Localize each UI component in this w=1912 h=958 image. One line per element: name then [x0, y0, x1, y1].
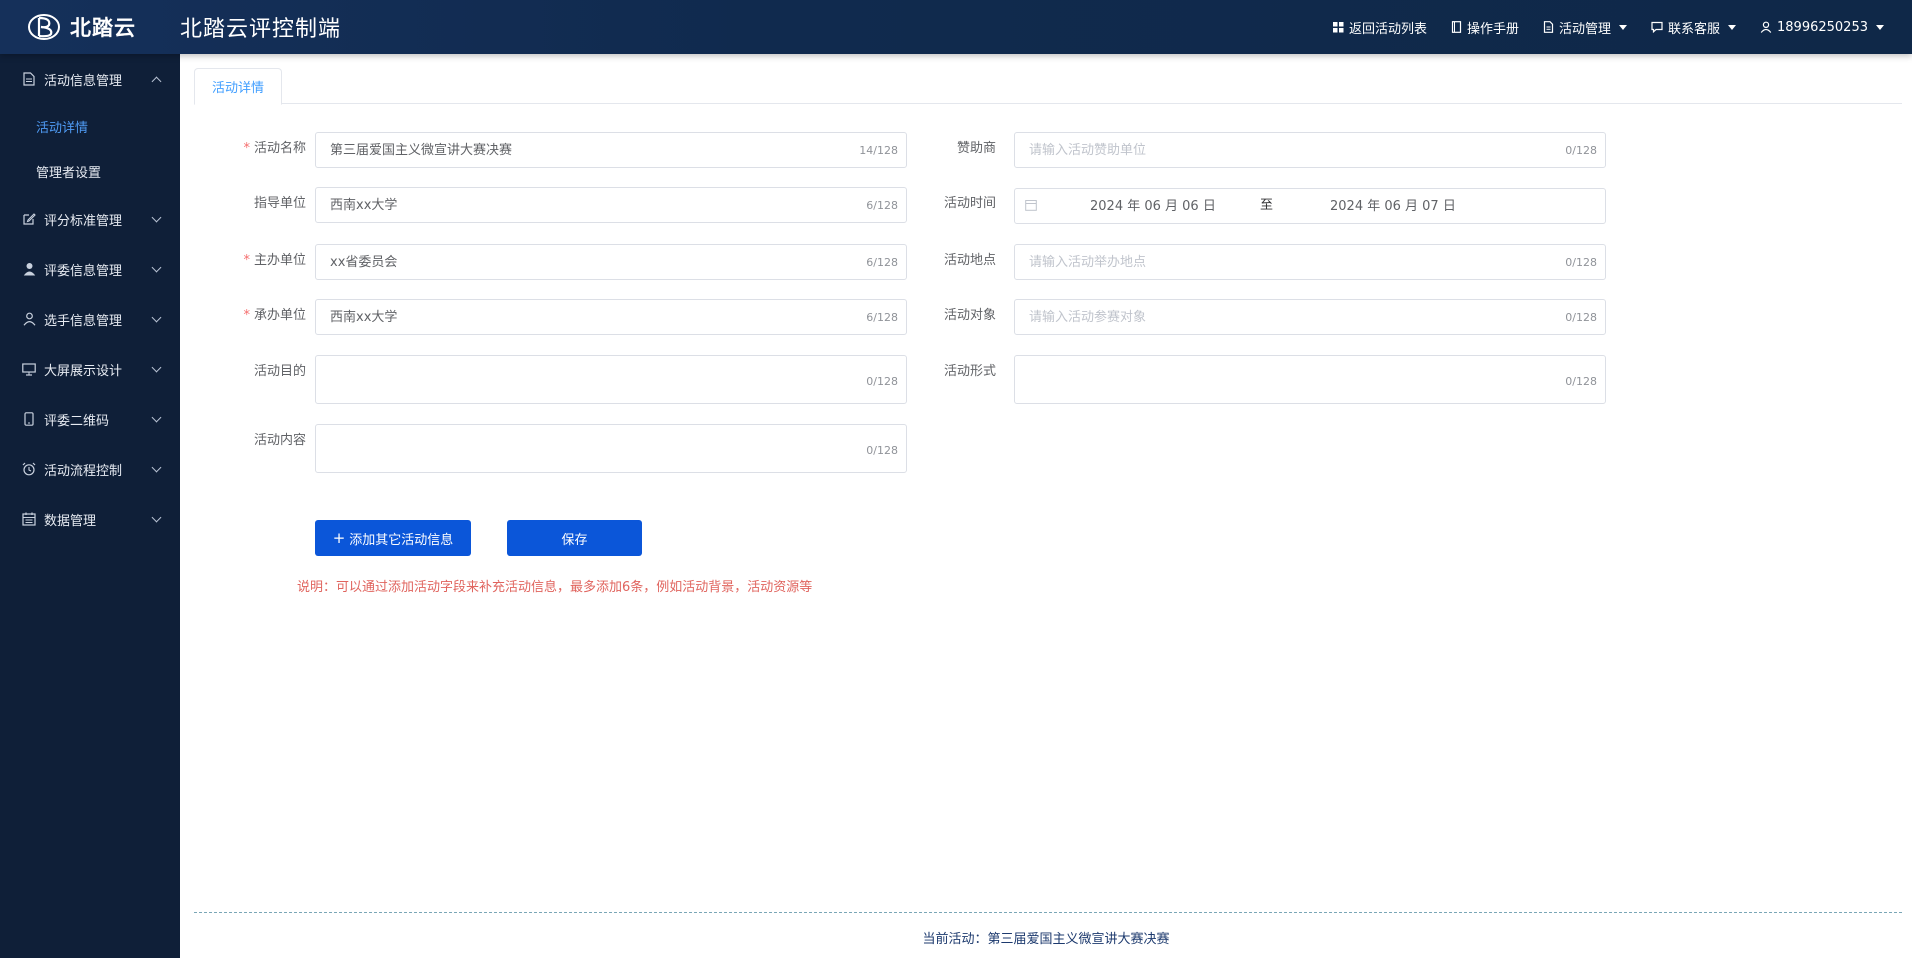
sidebar-item-scoring[interactable]: 评分标准管理: [0, 194, 180, 244]
top-header: 北踏云 北踏云评控制端 返回活动列表 操作手册 活动管理 联系客服 189962…: [0, 0, 1912, 54]
activity-manage-label: 活动管理: [1558, 21, 1611, 37]
manual-label: 操作手册: [1466, 21, 1519, 37]
sidebar-item-qrcode[interactable]: 评委二维码: [0, 394, 180, 444]
save-button[interactable]: 保存: [507, 520, 642, 556]
mobile-icon: [22, 412, 36, 426]
sidebar-item-screen-design[interactable]: 大屏展示设计: [0, 344, 180, 394]
chevron-down-icon: [151, 262, 162, 273]
sponsor-input[interactable]: 请输入活动赞助单位 0/128: [1014, 132, 1606, 168]
required-mark: *: [243, 141, 250, 156]
user-filled-icon: [22, 262, 36, 276]
host-unit-label: * 主办单位: [243, 253, 306, 268]
header-nav: 返回活动列表 操作手册 活动管理 联系客服 18996250253: [1332, 18, 1912, 37]
form-type-label: 活动形式: [943, 364, 996, 379]
sidebar-item-process[interactable]: 活动流程控制: [0, 444, 180, 494]
current-activity-footer: 当前活动：第三届爱国主义微宣讲大赛决赛: [922, 932, 1170, 947]
sidebar-item-data[interactable]: 数据管理: [0, 494, 180, 544]
book-icon: [1451, 21, 1462, 33]
caret-down-icon: [1619, 24, 1627, 30]
back-to-list-label: 返回活动列表: [1348, 21, 1427, 37]
sidebar-subitem-label: 活动详情: [36, 121, 89, 136]
user-outline-icon: [22, 312, 36, 326]
user-icon: [1760, 21, 1772, 33]
chevron-down-icon: [151, 312, 162, 323]
user-phone: 18996250253: [1777, 19, 1868, 35]
activity-manage-dropdown[interactable]: 活动管理: [1543, 18, 1627, 37]
required-mark: *: [243, 253, 250, 268]
logo-mark-icon: [26, 12, 66, 42]
sponsor-label: 赞助商: [956, 141, 996, 156]
activity-name-label: * 活动名称: [243, 141, 306, 156]
manual-link[interactable]: 操作手册: [1451, 18, 1519, 37]
sidebar-item-label: 评委二维码: [44, 413, 110, 429]
end-date[interactable]: 2024 年 06 月 07 日: [1330, 189, 1456, 224]
activity-time-range-picker[interactable]: 2024 年 06 月 06 日 至 2024 年 06 月 07 日: [1014, 188, 1606, 224]
add-activity-info-button[interactable]: + 添加其它活动信息: [315, 520, 471, 556]
organizer-unit-input[interactable]: 西南xx大学 6/128: [315, 299, 907, 335]
calendar-icon: [22, 512, 36, 526]
chevron-down-icon: [151, 412, 162, 423]
sidebar: 活动信息管理 活动详情 管理者设置 评分标准管理 评委信息管理 选手信息管理 大…: [0, 54, 180, 958]
sidebar-subitem-label: 管理者设置: [36, 166, 102, 181]
edit-icon: [22, 212, 36, 226]
host-unit-input[interactable]: xx省委员会 6/128: [315, 244, 907, 280]
main-content: 活动详情 * 活动名称 第三届爱国主义微宣讲大赛决赛 14/128 赞助商 请输入…: [180, 54, 1912, 958]
sidebar-subitem-manager-settings[interactable]: 管理者设置: [0, 149, 180, 194]
tab-bar: 活动详情: [194, 68, 1902, 105]
sidebar-item-label: 大屏展示设计: [44, 363, 123, 379]
document-icon: [22, 72, 36, 86]
monitor-icon: [22, 362, 36, 376]
footer-divider: [194, 912, 1902, 913]
caret-down-icon: [1876, 24, 1884, 30]
sidebar-item-label: 活动流程控制: [44, 463, 123, 479]
chevron-down-icon: [151, 212, 162, 223]
content-textarea[interactable]: 0/128: [315, 424, 907, 473]
file-icon: [1543, 21, 1554, 33]
audience-input[interactable]: 请输入活动参赛对象 0/128: [1014, 299, 1606, 335]
start-date[interactable]: 2024 年 06 月 06 日: [1090, 189, 1216, 224]
sidebar-item-label: 评委信息管理: [44, 263, 123, 279]
logo[interactable]: 北踏云: [0, 0, 180, 54]
guide-unit-label: 指导单位: [253, 196, 306, 211]
user-dropdown[interactable]: 18996250253: [1760, 20, 1884, 35]
chevron-down-icon: [151, 362, 162, 373]
required-mark: *: [243, 308, 250, 323]
grid-icon: [1332, 21, 1344, 32]
location-label: 活动地点: [943, 253, 996, 268]
chevron-up-icon: [151, 76, 162, 87]
chevron-down-icon: [151, 512, 162, 523]
sidebar-subitem-activity-detail[interactable]: 活动详情: [0, 104, 180, 149]
support-dropdown[interactable]: 联系客服: [1651, 18, 1737, 37]
alarm-icon: [22, 462, 36, 476]
sidebar-item-activity-info[interactable]: 活动信息管理: [0, 54, 180, 104]
range-separator: 至: [1260, 198, 1274, 213]
purpose-label: 活动目的: [253, 364, 306, 379]
audience-label: 活动对象: [943, 308, 996, 323]
purpose-textarea[interactable]: 0/128: [315, 355, 907, 404]
sidebar-item-label: 活动信息管理: [44, 73, 123, 89]
tab-activity-detail[interactable]: 活动详情: [194, 68, 282, 105]
plus-icon: +: [332, 528, 346, 547]
guide-unit-input[interactable]: 西南xx大学 6/128: [315, 187, 907, 223]
activity-time-label: 活动时间: [943, 196, 996, 211]
sidebar-item-label: 选手信息管理: [44, 313, 123, 329]
app-title: 北踏云评控制端: [180, 17, 342, 42]
location-input[interactable]: 请输入活动举办地点 0/128: [1014, 244, 1606, 280]
chat-icon: [1651, 21, 1663, 33]
organizer-unit-label: * 承办单位: [243, 308, 306, 323]
logo-text: 北踏云: [70, 16, 136, 40]
calendar-icon: [1025, 200, 1037, 211]
form-type-textarea[interactable]: 0/128: [1014, 355, 1606, 404]
sidebar-item-contestants[interactable]: 选手信息管理: [0, 294, 180, 344]
sidebar-item-label: 数据管理: [44, 513, 97, 529]
content-label: 活动内容: [253, 433, 306, 448]
help-note: 说明：可以通过添加活动字段来补充活动信息，最多添加6条，例如活动背景，活动资源等: [297, 580, 813, 595]
support-label: 联系客服: [1668, 21, 1721, 37]
chevron-down-icon: [151, 462, 162, 473]
sidebar-item-label: 评分标准管理: [44, 213, 123, 229]
activity-name-input[interactable]: 第三届爱国主义微宣讲大赛决赛 14/128: [315, 132, 907, 168]
back-to-list-link[interactable]: 返回活动列表: [1332, 18, 1427, 37]
caret-down-icon: [1728, 24, 1737, 30]
sidebar-item-judges[interactable]: 评委信息管理: [0, 244, 180, 294]
